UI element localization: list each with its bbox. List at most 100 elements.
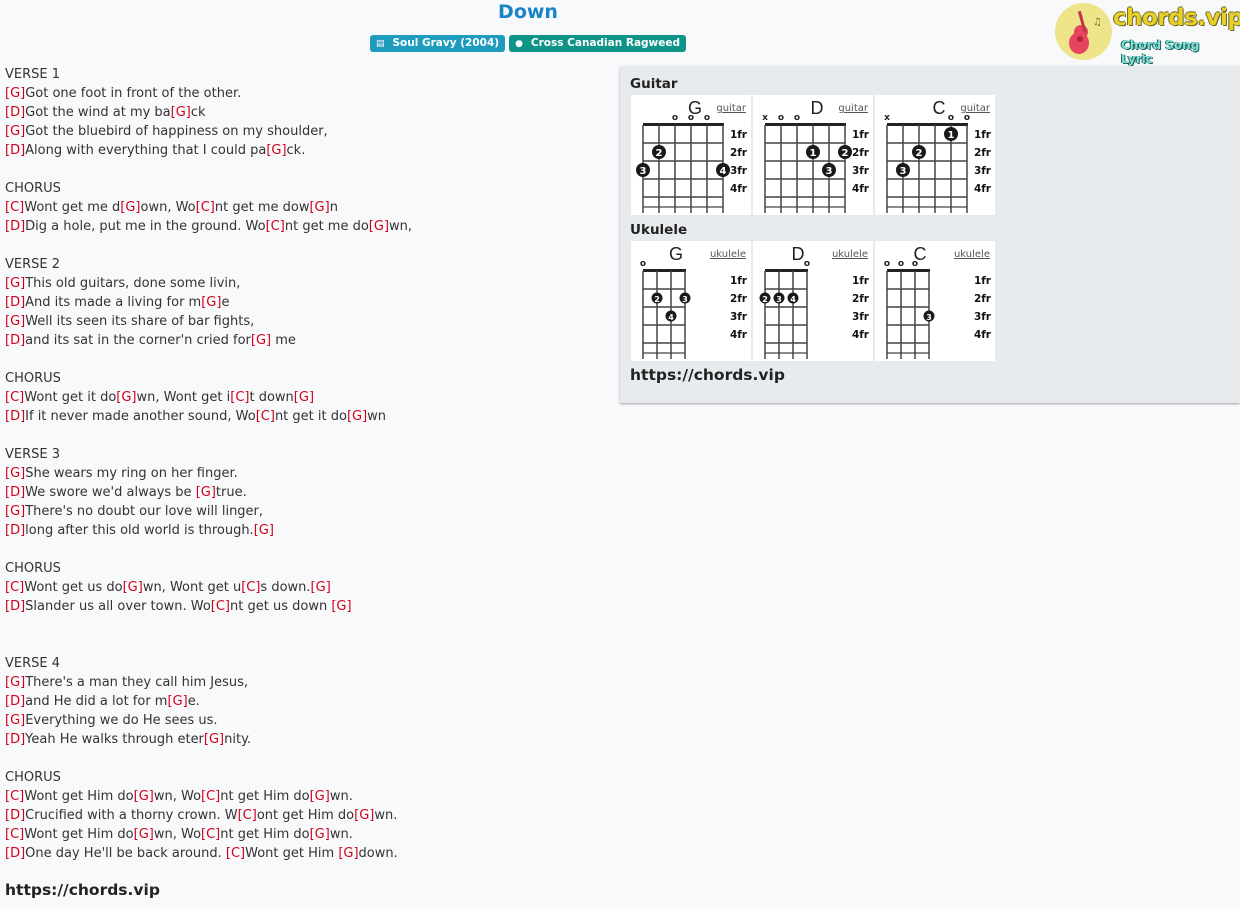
chord-diagram-svg: Gguitaro o o1fr2fr3fr4fr23 4 — [636, 98, 748, 213]
chord-marker[interactable]: [G] — [201, 295, 221, 310]
chord-marker[interactable]: [G] — [369, 219, 389, 234]
album-badge[interactable]: ▤ Soul Gravy (2004) — [369, 35, 506, 52]
guitar-chord-D[interactable]: Dguitar x o o 1fr 2fr 3fr 4fr 1 2 3 — [753, 95, 873, 215]
lyric-line: [D]We swore we'd always be [G]true. — [5, 483, 605, 502]
ukulele-heading: Ukulele — [630, 222, 688, 238]
lyric-text: down. — [358, 846, 398, 861]
fret-number-label: 4fr — [974, 329, 992, 341]
lyric-text: Slander us all over town. Wo — [25, 599, 211, 614]
chord-marker[interactable]: [C] — [5, 580, 24, 595]
song-badges: ▤ Soul Gravy (2004) ● Cross Canadian Ragwe… — [0, 35, 1056, 52]
chord-marker[interactable]: [C] — [196, 200, 215, 215]
chord-marker[interactable]: [C] — [5, 200, 24, 215]
artist-badge[interactable]: ● Cross Canadian Ragweed — [509, 35, 687, 52]
chord-marker[interactable]: [G] — [5, 466, 25, 481]
lyric-line: [G]There's no doubt our love will linger… — [5, 502, 605, 521]
chord-marker[interactable]: [D] — [5, 295, 25, 310]
chord-diagram-svg: Cguitarx o o1fr2fr3fr4fr123 — [884, 98, 992, 213]
fret-number-label: 4fr — [730, 183, 748, 195]
lyric-text: wn — [367, 409, 387, 424]
chord-marker[interactable]: [G] — [204, 732, 224, 747]
chord-marker[interactable]: [D] — [5, 599, 25, 614]
lyric-text: Dig a hole, put me in the ground. Wo — [25, 219, 266, 234]
lyric-text: t down — [249, 390, 294, 405]
ukulele-chord-G[interactable]: Gukulele o 1fr 2fr 3fr 4fr 2 3 4 — [631, 241, 751, 361]
chord-marker[interactable]: [D] — [5, 219, 25, 234]
chord-marker[interactable]: [G] — [5, 314, 25, 329]
finger-number: 1 — [810, 148, 817, 159]
chord-marker[interactable]: [G] — [5, 675, 25, 690]
chord-marker[interactable]: [G] — [251, 333, 271, 348]
chord-marker[interactable]: [G] — [167, 694, 187, 709]
chord-marker[interactable]: [G] — [196, 485, 216, 500]
chord-marker[interactable]: [G] — [123, 580, 143, 595]
panel-site-url[interactable]: https://chords.vip — [630, 366, 785, 384]
chord-marker[interactable]: [G] — [171, 105, 191, 120]
chord-diagram-svg: Cukuleleo o o1fr2fr3fr4fr3 — [884, 244, 992, 359]
chord-marker[interactable]: [D] — [5, 846, 25, 861]
chord-instrument-link[interactable]: guitar — [838, 103, 869, 114]
guitar-chord-G[interactable]: Gguitar o o o 1fr 2fr 3fr 4fr 2 3 4 — [631, 95, 751, 215]
chord-marker[interactable]: [G] — [310, 789, 330, 804]
chord-marker[interactable]: [C] — [266, 219, 285, 234]
ukulele-chord-D[interactable]: Dukulele o 1fr 2fr 3fr 4fr 2 3 4 — [753, 241, 873, 361]
lyrics-footer-url[interactable]: https://chords.vip — [5, 881, 605, 905]
chord-diagram-panel: Guitar Gguitar o o o 1fr 2fr 3fr 4fr 2 3 4 Dguitar x… — [620, 66, 1240, 403]
lyric-text: wn. — [329, 789, 353, 804]
chord-marker[interactable]: [G] — [134, 789, 154, 804]
chord-marker[interactable]: [G] — [331, 599, 351, 614]
chord-marker[interactable]: [G] — [310, 827, 330, 842]
chord-marker[interactable]: [D] — [5, 523, 25, 538]
section-label: VERSE 3 — [5, 447, 61, 462]
open-string-marker: o — [778, 113, 784, 123]
chord-instrument-link[interactable]: ukulele — [954, 249, 990, 260]
chord-marker[interactable]: [G] — [5, 504, 25, 519]
chord-marker[interactable]: [D] — [5, 105, 25, 120]
chord-marker[interactable]: [G] — [266, 143, 286, 158]
chord-marker[interactable]: [G] — [309, 200, 329, 215]
chord-marker[interactable]: [G] — [347, 409, 367, 424]
chord-marker[interactable]: [D] — [5, 732, 25, 747]
chord-marker[interactable]: [G] — [294, 390, 314, 405]
chord-marker[interactable]: [G] — [5, 713, 25, 728]
chord-marker[interactable]: [G] — [5, 86, 25, 101]
chord-marker[interactable]: [C] — [211, 599, 230, 614]
chord-marker[interactable]: [D] — [5, 333, 25, 348]
chord-marker[interactable]: [D] — [5, 485, 25, 500]
open-string-marker: o — [704, 113, 710, 123]
chord-marker[interactable]: [D] — [5, 694, 25, 709]
chord-marker[interactable]: [G] — [354, 808, 374, 823]
chord-marker[interactable]: [C] — [201, 789, 220, 804]
chord-marker[interactable]: [C] — [256, 409, 275, 424]
chord-marker[interactable]: [C] — [5, 827, 24, 842]
chord-marker[interactable]: [C] — [241, 580, 260, 595]
open-string-marker: o — [898, 259, 904, 269]
chord-marker[interactable]: [G] — [5, 276, 25, 291]
chord-instrument-link[interactable]: ukulele — [710, 249, 746, 260]
chord-marker[interactable]: [G] — [116, 390, 136, 405]
chord-instrument-link[interactable]: guitar — [716, 103, 747, 114]
chord-marker[interactable]: [C] — [226, 846, 245, 861]
chord-marker[interactable]: [C] — [238, 808, 257, 823]
chord-marker[interactable]: [C] — [230, 390, 249, 405]
ukulele-chord-C[interactable]: Cukulele o o o 1fr 2fr 3fr 4fr 3 — [875, 241, 995, 361]
lyric-text: wn, Wont get i — [136, 390, 231, 405]
chord-marker[interactable]: [D] — [5, 409, 25, 424]
lyric-text: wn, — [389, 219, 413, 234]
chord-marker[interactable]: [G] — [120, 200, 140, 215]
guitar-chord-C[interactable]: Cguitar x o o 1fr 2fr 3fr 4fr 1 2 3 — [875, 95, 995, 215]
chord-marker[interactable]: [C] — [201, 827, 220, 842]
chord-marker[interactable]: [C] — [5, 789, 24, 804]
lyric-text: true. — [215, 485, 247, 500]
chord-marker[interactable]: [G] — [134, 827, 154, 842]
chord-marker[interactable]: [D] — [5, 808, 25, 823]
chord-instrument-link[interactable]: ukulele — [832, 249, 868, 260]
lyric-text: wn. — [329, 827, 353, 842]
chord-marker[interactable]: [C] — [5, 390, 24, 405]
chord-marker[interactable]: [G] — [5, 124, 25, 139]
chord-marker[interactable]: [D] — [5, 143, 25, 158]
site-logo[interactable]: ♫ chords.vip Chord Song Lyric — [1055, 3, 1240, 66]
chord-marker[interactable]: [G] — [254, 523, 274, 538]
chord-marker[interactable]: [G] — [338, 846, 358, 861]
chord-marker[interactable]: [G] — [311, 580, 331, 595]
